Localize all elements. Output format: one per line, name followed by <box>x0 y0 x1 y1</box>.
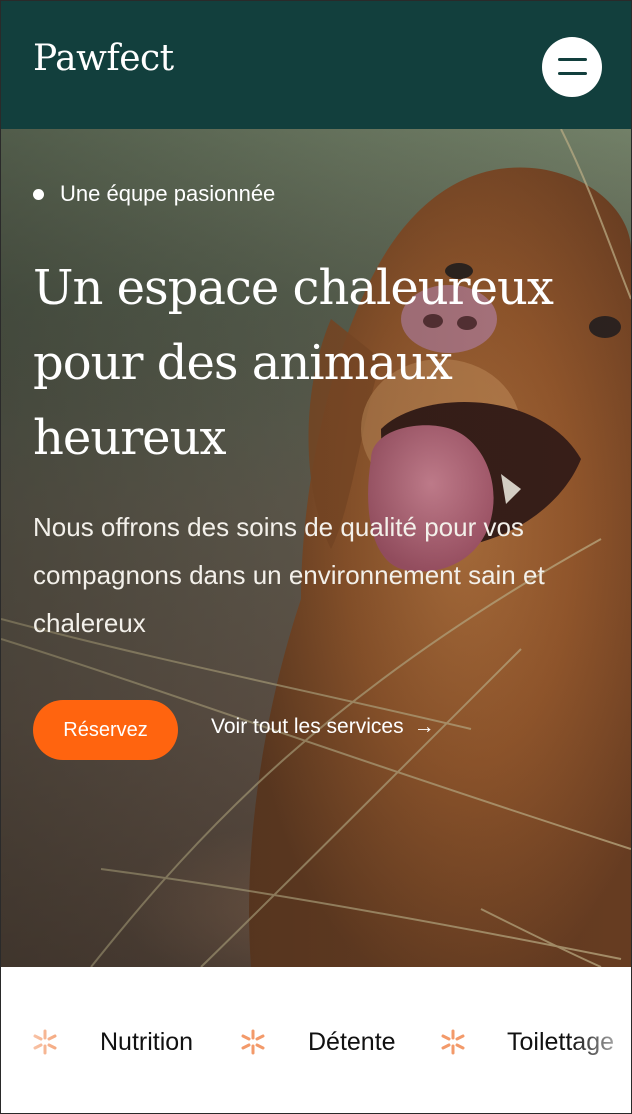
site-header: Pawfect <box>1 1 631 129</box>
reserve-button[interactable]: Réservez <box>33 700 178 760</box>
services-marquee: Nutrition Détente Toilettage <box>1 967 631 1113</box>
hero-tagline-text: Une équpe pasionnée <box>60 181 276 206</box>
arrow-right-icon: → <box>413 715 435 738</box>
hero-description: Nous offrons des soins de qualité pour v… <box>33 512 545 638</box>
sparkle-icon <box>441 1029 465 1055</box>
reserve-button-label: Réservez <box>63 718 148 741</box>
view-services-label: Voir tout les services <box>211 715 404 738</box>
service-item-nutrition: Nutrition <box>100 1027 193 1057</box>
marquee-fade-left <box>1 967 71 1113</box>
hero-title: Un espace chaleureux pour des animaux he… <box>33 260 554 466</box>
sparkle-icon <box>240 1027 266 1057</box>
sparkle-icon <box>440 1027 466 1057</box>
hero-tagline: Une équpe pasionnée <box>33 181 275 207</box>
hamburger-menu-icon <box>558 72 587 75</box>
bullet-dot-icon <box>33 188 44 200</box>
sparkle-icon <box>241 1029 265 1055</box>
brand-logo[interactable]: Pawfect <box>33 41 174 77</box>
service-label: Détente <box>308 1027 396 1056</box>
hamburger-menu-button[interactable] <box>542 37 602 97</box>
hero-section: Une équpe pasionnée Un espace chaleureux… <box>1 129 631 967</box>
hamburger-menu-icon <box>558 58 587 61</box>
page-frame: Pawfect Une équpe pasionnée Un espace ch… <box>0 0 632 1114</box>
service-item-detente: Détente <box>308 1027 396 1057</box>
service-label: Nutrition <box>100 1027 194 1056</box>
view-services-link[interactable]: Voir tout les services → <box>211 715 435 739</box>
marquee-fade-right <box>571 967 631 1113</box>
